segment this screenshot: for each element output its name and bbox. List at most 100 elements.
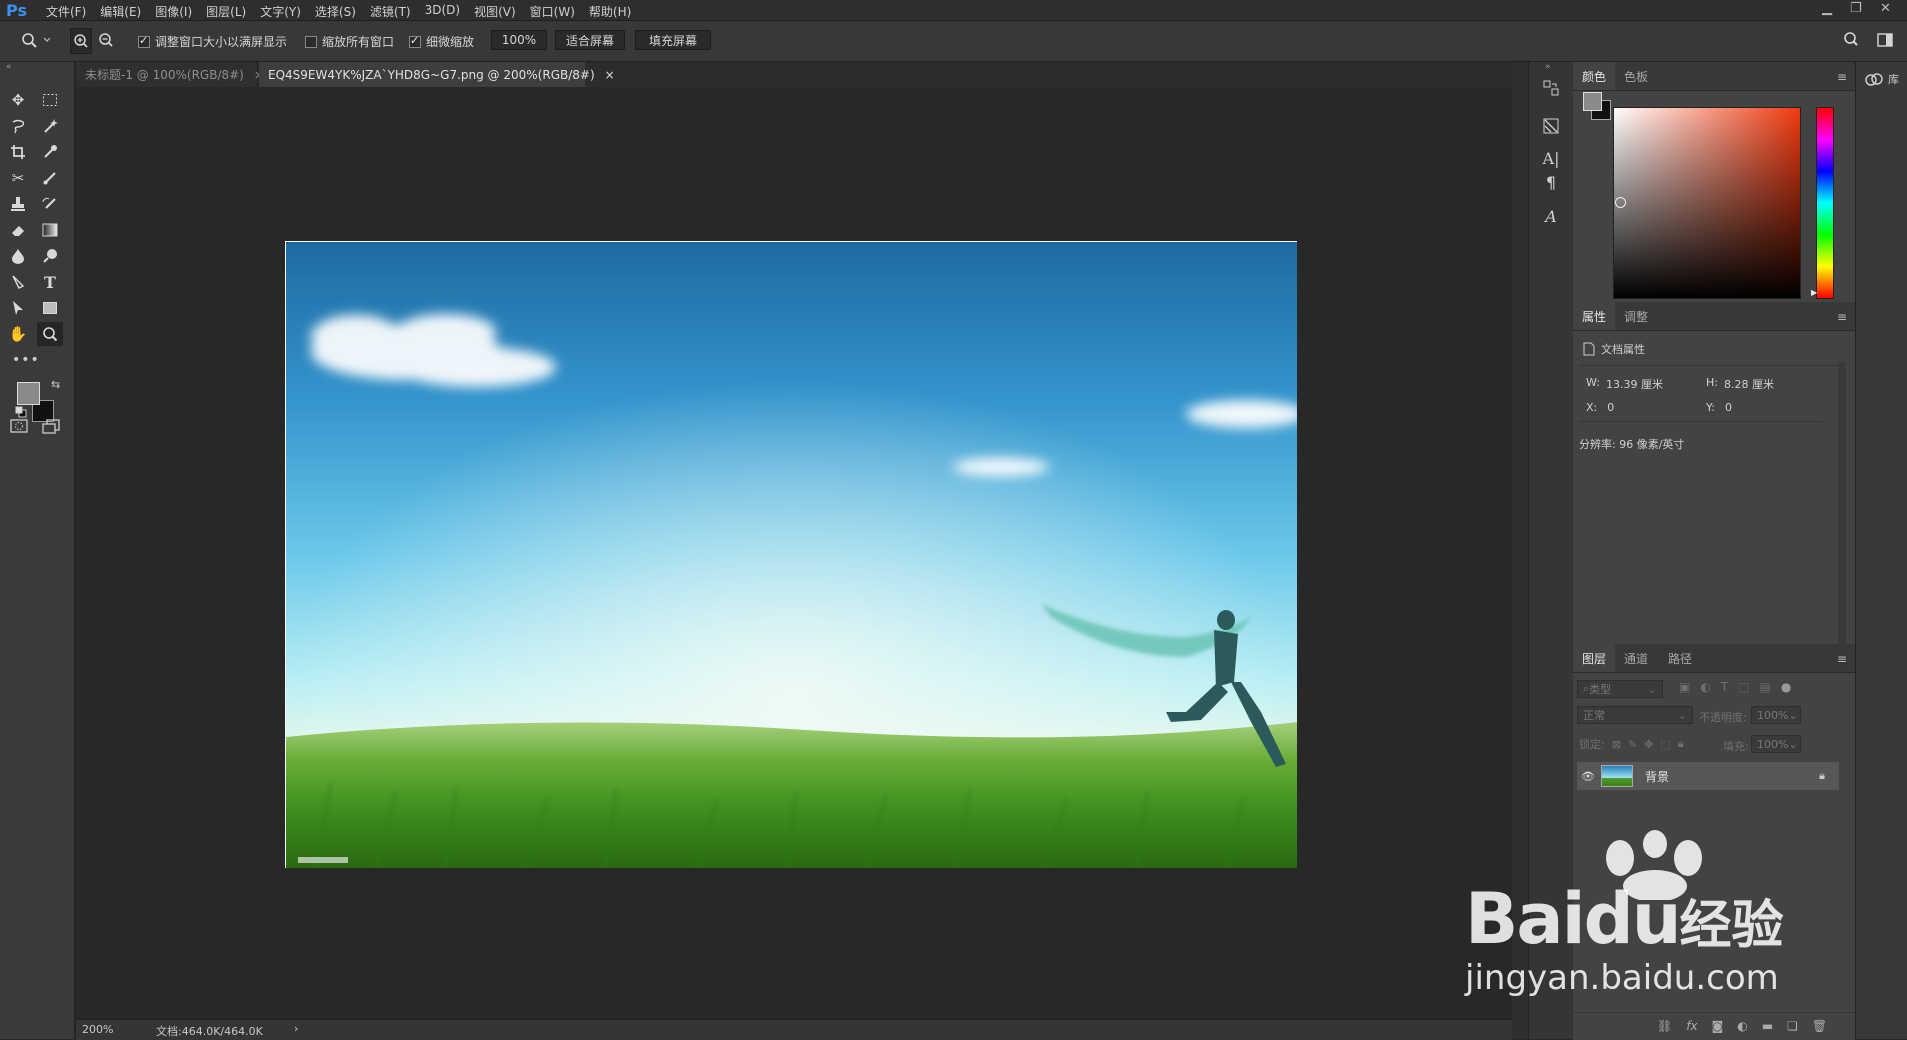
layer-filter-select[interactable]: ⌕ 类型 ⌄	[1577, 680, 1663, 698]
search-icon[interactable]	[1842, 31, 1860, 52]
color-panel-menu-icon[interactable]: ≡	[1837, 70, 1847, 84]
paragraph-panel-icon[interactable]: ¶	[1539, 170, 1563, 194]
menu-help[interactable]: 帮助(H)	[589, 3, 631, 20]
filter-adjustment-icon[interactable]: ◐	[1700, 680, 1710, 694]
resize-windows-option[interactable]: 调整窗口大小以满屏显示	[138, 33, 287, 50]
filter-shape-icon[interactable]: ⬚	[1738, 680, 1749, 694]
menu-3d[interactable]: 3D(D)	[425, 3, 460, 20]
document-canvas[interactable]	[285, 241, 1297, 868]
crop-tool-icon[interactable]	[5, 140, 31, 164]
brush-tool-icon[interactable]	[37, 166, 63, 190]
filter-toggle-icon[interactable]: ●	[1781, 680, 1791, 694]
fit-screen-button[interactable]: 适合屏幕	[555, 30, 625, 50]
menu-view[interactable]: 视图(V)	[474, 3, 516, 20]
tab-adjustments[interactable]: 调整	[1615, 302, 1657, 330]
zoom-all-option[interactable]: 缩放所有窗口	[305, 33, 394, 50]
properties-panel-menu-icon[interactable]: ≡	[1837, 310, 1847, 324]
menu-type[interactable]: 文字(Y)	[260, 3, 301, 20]
menu-image[interactable]: 图像(I)	[155, 3, 192, 20]
layer-visibility-eye-icon[interactable]: 👁︎	[1577, 770, 1599, 783]
lasso-tool-icon[interactable]	[5, 114, 31, 138]
menu-filter[interactable]: 滤镜(T)	[370, 3, 411, 20]
status-menu-arrow-icon[interactable]: ›	[294, 1022, 298, 1035]
tab-properties[interactable]: 属性	[1573, 302, 1616, 330]
tab-untitled-1[interactable]: 未标题-1 @ 100%(RGB/8#) ×	[76, 62, 264, 87]
rectangle-tool-icon[interactable]	[37, 296, 63, 320]
tab-paths[interactable]: 路径	[1659, 644, 1701, 672]
delete-layer-icon[interactable]: 🗑︎	[1812, 1019, 1827, 1033]
hand-tool-icon[interactable]: ✋	[5, 322, 31, 346]
lock-position-icon[interactable]: ✥	[1644, 738, 1653, 751]
zoom-tool-preset-icon[interactable]	[20, 30, 54, 53]
add-mask-icon[interactable]: ◙	[1712, 1019, 1724, 1033]
resize-windows-checkbox[interactable]	[138, 34, 150, 48]
close-window-icon[interactable]: ✕	[1880, 1, 1891, 16]
tab-png-document[interactable]: EQ4S9EW4YK%JZA`YHD8G~G7.png @ 200%(RGB/8…	[259, 62, 615, 87]
zoom-all-checkbox[interactable]	[305, 35, 317, 48]
gradient-tool-icon[interactable]	[37, 218, 63, 242]
more-tools-icon[interactable]: •••	[12, 352, 40, 368]
picker-fg-swatch[interactable]	[1583, 92, 1602, 111]
new-layer-icon[interactable]: ❏	[1787, 1019, 1798, 1033]
opacity-input[interactable]: 100% ⌄	[1751, 706, 1801, 724]
menu-layer[interactable]: 图层(L)	[206, 3, 246, 20]
menu-select[interactable]: 选择(S)	[315, 3, 356, 20]
lock-transparency-icon[interactable]: ⊠	[1612, 738, 1621, 751]
new-group-icon[interactable]: ▬	[1762, 1019, 1773, 1033]
filter-pixel-icon[interactable]: ▣	[1679, 680, 1690, 694]
lock-artboard-icon[interactable]: ⬚	[1660, 738, 1670, 751]
tab-channels[interactable]: 通道	[1615, 644, 1657, 672]
healing-brush-tool-icon[interactable]: ✂	[5, 166, 31, 190]
move-tool-icon[interactable]: ✥	[5, 88, 31, 112]
eyedropper-tool-icon[interactable]	[37, 140, 63, 164]
collapse-arrows-icon[interactable]: «	[6, 62, 12, 72]
quick-mask-icon[interactable]	[10, 418, 28, 437]
filter-smart-object-icon[interactable]: ▤	[1760, 680, 1771, 694]
clone-source-panel-icon[interactable]	[1539, 114, 1563, 138]
fill-input[interactable]: 100% ⌄	[1751, 735, 1801, 753]
marquee-tool-icon[interactable]	[37, 88, 63, 112]
lock-all-icon[interactable]: 🔒︎	[1678, 737, 1684, 751]
screen-mode-icon[interactable]	[42, 418, 60, 437]
zoom-tool-icon[interactable]	[37, 322, 63, 346]
layer-lock-icon[interactable]: 🔒︎	[1819, 769, 1825, 783]
zoom-100-button[interactable]: 100%	[491, 30, 547, 50]
workspace-icon[interactable]	[1876, 31, 1896, 52]
glyphs-panel-icon[interactable]: A	[1539, 204, 1563, 228]
filter-type-icon[interactable]: T	[1721, 680, 1728, 694]
layer-row-background[interactable]: 👁︎ 背景 🔒︎	[1577, 762, 1839, 790]
foreground-color-swatch[interactable]	[17, 382, 40, 405]
magic-wand-tool-icon[interactable]	[37, 114, 63, 138]
menu-edit[interactable]: 编辑(E)	[100, 3, 141, 20]
menu-window[interactable]: 窗口(W)	[530, 3, 575, 20]
layers-panel-menu-icon[interactable]: ≡	[1837, 652, 1847, 666]
blend-mode-select[interactable]: 正常 ⌄	[1577, 706, 1693, 724]
fill-screen-button[interactable]: 填充屏幕	[635, 30, 711, 50]
new-adjustment-icon[interactable]: ◐	[1737, 1019, 1747, 1033]
layer-style-fx-icon[interactable]: fx	[1686, 1019, 1697, 1033]
color-field[interactable]	[1613, 107, 1801, 299]
link-layers-icon[interactable]: ⛓︎	[1657, 1019, 1672, 1033]
zoom-in-icon[interactable]	[70, 28, 92, 54]
hue-slider[interactable]: ▶	[1811, 107, 1834, 299]
path-selection-tool-icon[interactable]	[5, 296, 31, 320]
dock-collapse-icon[interactable]: »	[1545, 62, 1551, 72]
libraries-button[interactable]: 库	[1864, 70, 1899, 88]
blur-tool-icon[interactable]	[5, 244, 31, 268]
zoom-out-icon[interactable]	[96, 28, 116, 52]
status-zoom[interactable]: 200%	[82, 1023, 113, 1036]
history-brush-tool-icon[interactable]	[37, 192, 63, 216]
dodge-tool-icon[interactable]	[37, 244, 63, 268]
scrubby-zoom-option[interactable]: 细微缩放	[409, 33, 474, 50]
character-panel-icon[interactable]: A|	[1539, 146, 1563, 170]
properties-scrollbar[interactable]	[1838, 362, 1846, 662]
tab-color[interactable]: 颜色	[1573, 62, 1616, 90]
hue-slider-handle-icon[interactable]: ▶	[1811, 288, 1817, 297]
stamp-tool-icon[interactable]	[5, 192, 31, 216]
restore-icon[interactable]: ❐	[1850, 1, 1862, 16]
history-panel-icon[interactable]	[1539, 76, 1563, 100]
tab-swatches[interactable]: 色板	[1615, 62, 1657, 90]
color-field-cursor[interactable]	[1615, 197, 1626, 208]
layer-name[interactable]: 背景	[1645, 768, 1669, 785]
menu-file[interactable]: 文件(F)	[46, 3, 86, 20]
